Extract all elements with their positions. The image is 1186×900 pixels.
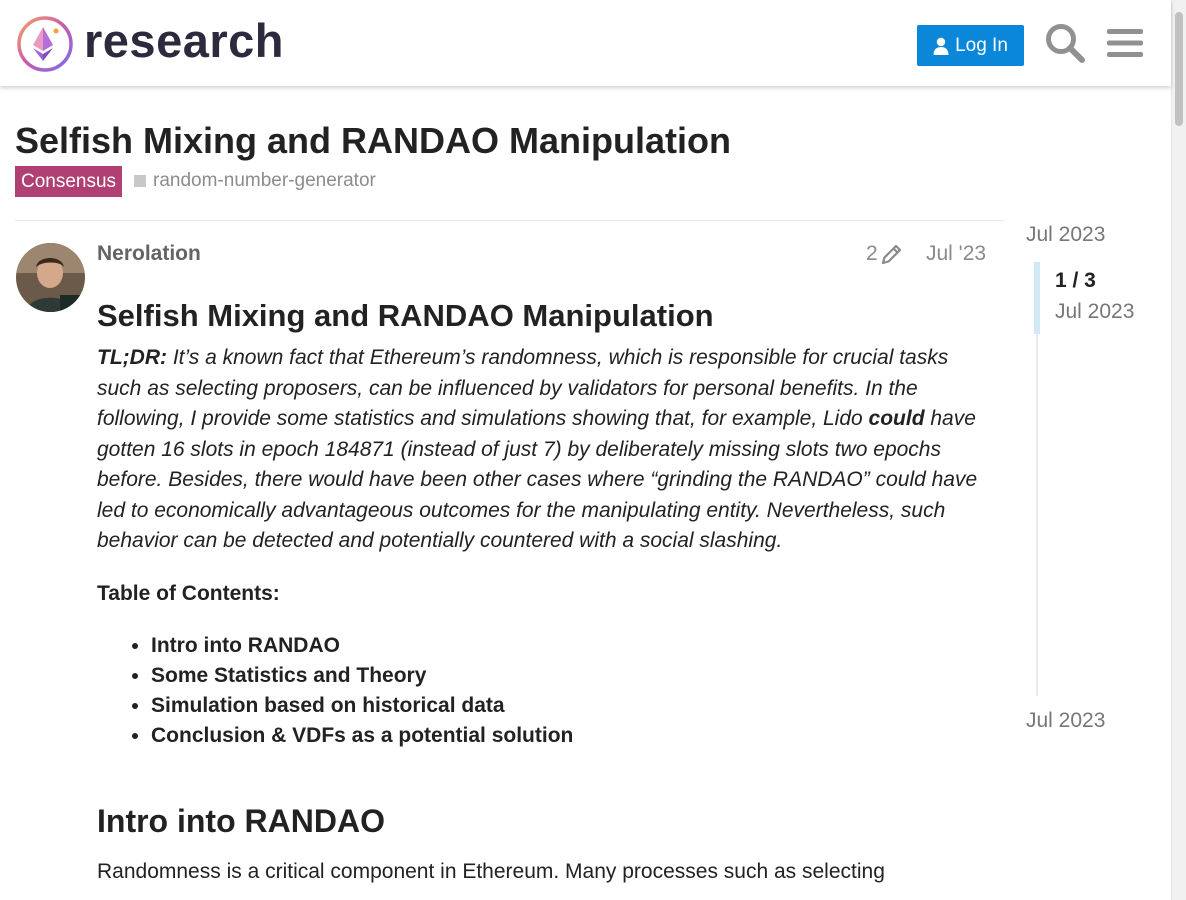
toc-item[interactable]: Conclusion & VDFs as a potential solutio… xyxy=(151,721,997,751)
section-heading: Intro into RANDAO xyxy=(97,802,385,839)
tldr-bold-word: could xyxy=(868,407,925,430)
site-logo-icon[interactable] xyxy=(16,15,74,73)
tag-label: random-number-generator xyxy=(153,170,376,191)
scrollbar-thumb[interactable] xyxy=(1175,12,1183,126)
site-header: research Log In xyxy=(0,0,1171,86)
timeline-end-date[interactable]: Jul 2023 xyxy=(1026,708,1105,734)
post-heading: Selfish Mixing and RANDAO Manipulation xyxy=(97,298,714,333)
pencil-icon xyxy=(881,244,901,265)
tldr-text-1: It’s a known fact that Ethereum’s random… xyxy=(97,346,949,430)
toc-item[interactable]: Some Statistics and Theory xyxy=(151,661,997,691)
toc-item[interactable]: Simulation based on historical data xyxy=(151,691,997,721)
timeline-start-date[interactable]: Jul 2023 xyxy=(1026,222,1105,248)
post-body: Selfish Mixing and RANDAO Manipulation T… xyxy=(97,294,997,887)
login-button[interactable]: Log In xyxy=(917,25,1024,66)
topic-title[interactable]: Selfish Mixing and RANDAO Manipulation xyxy=(15,118,731,164)
toc-title: Table of Contents: xyxy=(97,581,280,605)
post-edit-history[interactable]: 2 xyxy=(866,241,904,267)
topic-tag[interactable]: random-number-generator xyxy=(134,170,376,192)
timeline-handle[interactable] xyxy=(1034,262,1040,334)
tldr-paragraph: TL;DR: It’s a known fact that Ethereum’s… xyxy=(97,343,997,557)
tag-square-icon xyxy=(134,175,146,187)
timeline-handle-date: Jul 2023 xyxy=(1055,300,1135,323)
hamburger-menu-icon[interactable] xyxy=(1106,24,1144,62)
post-username[interactable]: Nerolation xyxy=(97,241,201,267)
toc-item[interactable]: Intro into RANDAO xyxy=(151,631,997,661)
post-date[interactable]: Jul '23 xyxy=(926,241,986,267)
title-divider xyxy=(15,220,1004,221)
user-icon xyxy=(933,37,949,55)
edit-count: 2 xyxy=(866,242,878,265)
site-name[interactable]: research xyxy=(84,10,284,72)
page-scrollbar[interactable] xyxy=(1171,0,1186,900)
search-icon[interactable] xyxy=(1044,22,1086,64)
login-label: Log In xyxy=(955,34,1008,56)
table-of-contents: Intro into RANDAO Some Statistics and Th… xyxy=(97,631,997,752)
tldr-label: TL;DR: xyxy=(97,346,167,369)
avatar[interactable] xyxy=(16,243,85,312)
section-text: Randomness is a critical component in Et… xyxy=(97,859,885,883)
category-badge[interactable]: Consensus xyxy=(15,166,123,197)
avatar-image xyxy=(16,243,85,312)
timeline-post-counter[interactable]: 1 / 3 xyxy=(1055,268,1096,294)
